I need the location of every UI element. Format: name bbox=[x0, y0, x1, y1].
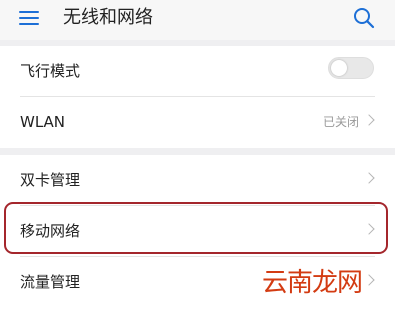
airplane-mode-row[interactable]: 飞行模式 bbox=[0, 46, 395, 96]
data-usage-label: 流量管理 bbox=[20, 273, 81, 291]
wlan-label: WLAN bbox=[20, 113, 66, 131]
airplane-mode-label: 飞行模式 bbox=[20, 62, 81, 80]
watermark: 云南龙网 bbox=[262, 268, 363, 298]
wlan-status: 已关闭 bbox=[322, 115, 359, 129]
dual-sim-label: 双卡管理 bbox=[20, 171, 81, 189]
chevron-right-icon bbox=[363, 274, 375, 286]
app-header: 无线和网络 bbox=[0, 0, 395, 40]
airplane-mode-toggle[interactable] bbox=[328, 57, 374, 79]
page-title: 无线和网络 bbox=[63, 7, 153, 28]
chevron-right-icon bbox=[363, 223, 375, 235]
mobile-network-label: 移动网络 bbox=[20, 222, 81, 240]
dual-sim-row[interactable]: 双卡管理 bbox=[0, 155, 395, 205]
settings-group-network: 飞行模式 WLAN 已关闭 bbox=[0, 46, 395, 148]
wlan-row[interactable]: WLAN 已关闭 bbox=[0, 97, 395, 147]
toggle-knob bbox=[331, 60, 347, 76]
chevron-right-icon bbox=[363, 114, 375, 126]
chevron-right-icon bbox=[363, 172, 375, 184]
menu-icon[interactable] bbox=[19, 10, 39, 26]
search-icon[interactable] bbox=[352, 6, 376, 30]
mobile-network-row[interactable]: 移动网络 bbox=[0, 206, 395, 256]
